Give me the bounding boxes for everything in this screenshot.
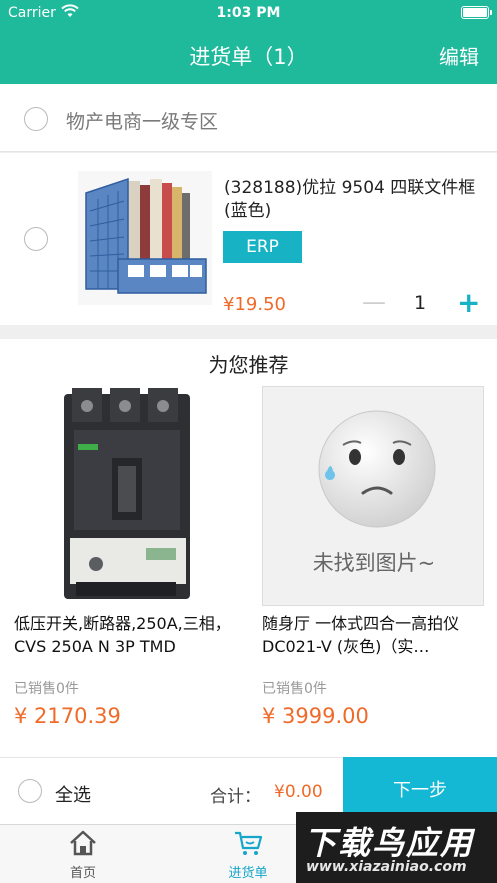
cart-icon	[235, 831, 263, 855]
product-image-file-holder[interactable]	[78, 171, 212, 305]
shop-header: 物产电商一级专区	[0, 84, 497, 152]
quantity-increase-button[interactable]: +	[457, 286, 480, 319]
battery-icon	[461, 6, 492, 19]
status-bar: Carrier 1:03 PM	[0, 0, 497, 26]
quantity-decrease-button[interactable]: —	[362, 288, 386, 316]
shop-name: 物产电商一级专区	[66, 111, 219, 133]
total-value: ¥0.00	[274, 782, 323, 802]
edit-button[interactable]: 编辑	[439, 41, 479, 70]
item-select-radio[interactable]	[24, 227, 48, 251]
select-all-label[interactable]: 全选	[55, 781, 91, 807]
sad-face-icon	[318, 410, 436, 528]
circuit-breaker-image[interactable]	[14, 386, 236, 606]
recommend-item-name[interactable]: 低压开关,断路器,250A,三相，CVS 250A N 3P TMD	[14, 612, 240, 658]
quantity-value[interactable]: 1	[414, 292, 426, 314]
watermark-title: 下载鸟应用	[304, 824, 475, 862]
clock: 1:03 PM	[216, 5, 281, 21]
shop-select-radio[interactable]	[24, 107, 48, 131]
no-image-text: 未找到图片~	[312, 551, 436, 575]
tab-cart-label: 进货单	[228, 866, 268, 881]
product-name[interactable]: (328188)优拉 9504 四联文件框(蓝色)	[224, 177, 484, 223]
recommend-title: 为您推荐	[208, 353, 289, 377]
cart-item: (328188)优拉 9504 四联文件框(蓝色) ERP ¥19.50 — 1…	[0, 153, 497, 325]
nav-bar: 进货单（1） 编辑	[0, 26, 497, 84]
recommend-item-price: ¥ 2170.39	[14, 704, 121, 728]
select-all-radio[interactable]	[18, 779, 42, 803]
recommend-section: 为您推荐 低压开关,断路器,250A,三相，CVS 250A N 3P TMD	[0, 339, 497, 757]
page-title: 进货单（1）	[189, 45, 308, 69]
watermark-url: www.xiazainiao.com	[306, 859, 467, 875]
recommend-item-name[interactable]: 随身厅 一体式四合一高拍仪 DC021-V (灰色)（实…	[262, 612, 488, 658]
tab-home[interactable]: 首页	[43, 830, 123, 881]
home-icon	[70, 830, 96, 856]
recommend-item-price: ¥ 3999.00	[262, 704, 369, 728]
tab-cart[interactable]: 进货单	[208, 830, 288, 881]
tab-home-label: 首页	[69, 866, 96, 881]
product-price: ¥19.50	[223, 294, 286, 315]
watermark-logo: 下载鸟应用 www.xiazainiao.com	[296, 812, 497, 883]
total-label: 合计：	[210, 787, 261, 807]
recommend-item-sold: 已销售0件	[262, 681, 327, 697]
no-image-placeholder[interactable]: 未找到图片~	[262, 386, 484, 606]
erp-tag: ERP	[223, 231, 302, 263]
recommend-item-sold: 已销售0件	[14, 681, 79, 697]
